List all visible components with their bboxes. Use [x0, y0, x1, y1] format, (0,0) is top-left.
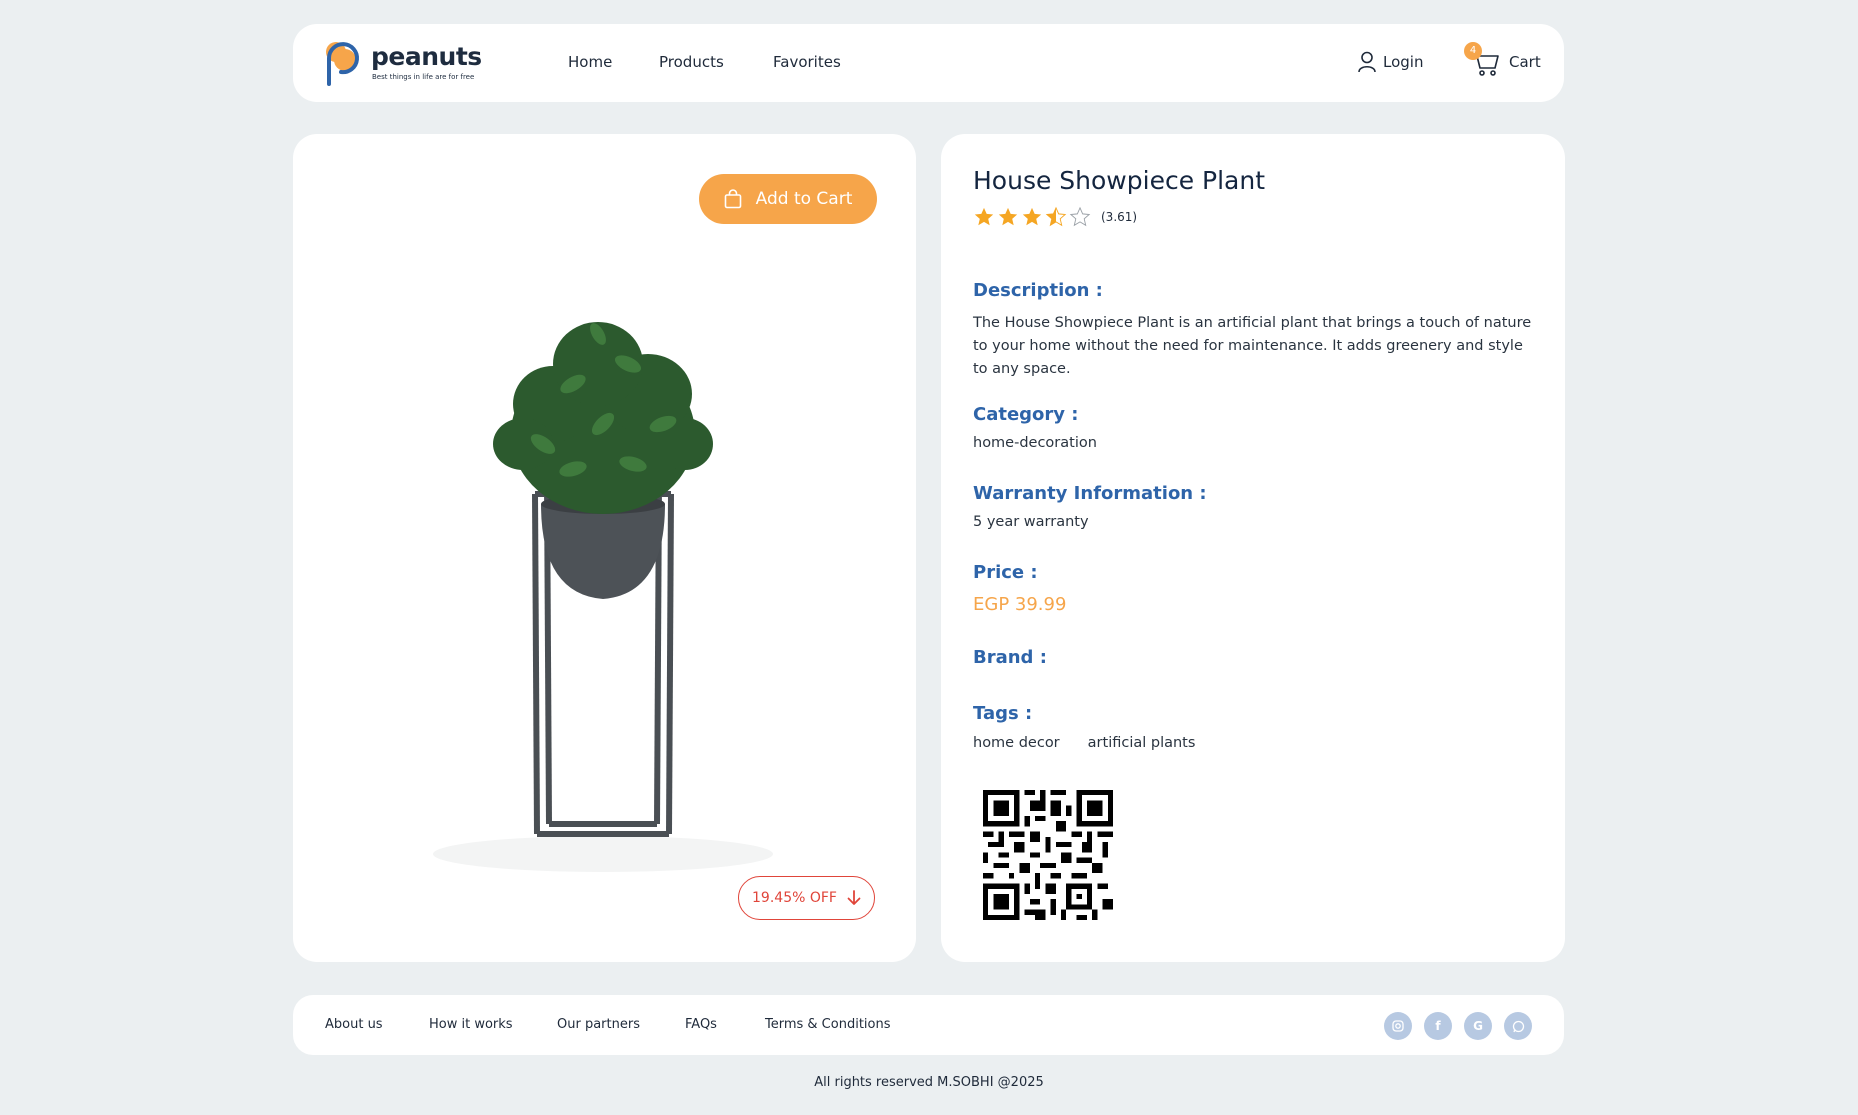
copyright: All rights reserved M.SOBHI @2025 [814, 1075, 1044, 1090]
product-image [433, 322, 773, 872]
google-icon[interactable]: G [1464, 1012, 1492, 1040]
product-rating: (3.61) [973, 206, 1137, 228]
description-label: Description : [973, 280, 1103, 301]
star-full-icon [1022, 207, 1042, 226]
footer-link-partners[interactable]: Our partners [557, 1017, 640, 1032]
brand-name: peanuts [371, 42, 482, 71]
price-label: Price : [973, 562, 1038, 583]
instagram-icon[interactable] [1384, 1012, 1412, 1040]
category-value: home-decoration [973, 435, 1097, 451]
whatsapp-icon[interactable] [1504, 1012, 1532, 1040]
footer-link-how-it-works[interactable]: How it works [429, 1017, 513, 1032]
footer-link-about[interactable]: About us [325, 1017, 383, 1032]
discount-label: 19.45% OFF [752, 890, 837, 906]
tag-item: artificial plants [1087, 735, 1196, 751]
product-details-card: House Showpiece Plant (3.61) Description… [941, 134, 1565, 962]
nav-favorites[interactable]: Favorites [773, 53, 841, 71]
shopping-bag-icon [724, 189, 741, 209]
category-label: Category : [973, 404, 1079, 425]
star-half-icon [1045, 206, 1067, 227]
warranty-label: Warranty Information : [973, 483, 1207, 504]
login-label: Login [1383, 53, 1424, 71]
product-image-card: Add to Cart 19.45% OFF [293, 134, 916, 962]
cart-label: Cart [1509, 53, 1541, 71]
star-full-icon [974, 207, 994, 226]
discount-badge[interactable]: 19.45% OFF [738, 876, 875, 920]
peanuts-logo-icon [326, 42, 359, 86]
add-to-cart-label: Add to Cart [755, 189, 853, 209]
nav-products[interactable]: Products [659, 53, 724, 71]
brand-tagline: Best things in life are for free [372, 73, 475, 81]
footer: About us How it works Our partners FAQs … [293, 995, 1564, 1055]
product-title: House Showpiece Plant [973, 166, 1266, 195]
warranty-value: 5 year warranty [973, 514, 1089, 530]
star-full-icon [998, 207, 1018, 226]
qr-code [983, 790, 1113, 920]
cart-count-badge: 4 [1464, 42, 1482, 60]
user-icon [1358, 51, 1376, 73]
tags-label: Tags : [973, 703, 1033, 724]
description-text: The House Showpiece Plant is an artifici… [973, 314, 1532, 377]
facebook-icon[interactable]: f [1424, 1012, 1452, 1040]
footer-link-faqs[interactable]: FAQs [685, 1017, 717, 1032]
login-button[interactable]: Login [1357, 51, 1423, 73]
footer-link-terms[interactable]: Terms & Conditions [765, 1017, 891, 1032]
star-empty-icon [1069, 206, 1091, 227]
tag-item: home decor [973, 735, 1060, 751]
logo[interactable]: peanuts Best things in life are for free [323, 38, 483, 88]
cart-button[interactable]: 4 Cart [1464, 42, 1541, 82]
rating-value: (3.61) [1101, 210, 1138, 224]
add-to-cart-button[interactable]: Add to Cart [699, 174, 877, 224]
header: peanuts Best things in life are for free… [293, 24, 1564, 102]
arrow-down-icon [847, 890, 861, 905]
tags-list: home decor artificial plants [973, 735, 1195, 751]
brand-label: Brand : [973, 647, 1047, 668]
nav-home[interactable]: Home [568, 53, 612, 71]
price-value: EGP 39.99 [973, 594, 1067, 615]
